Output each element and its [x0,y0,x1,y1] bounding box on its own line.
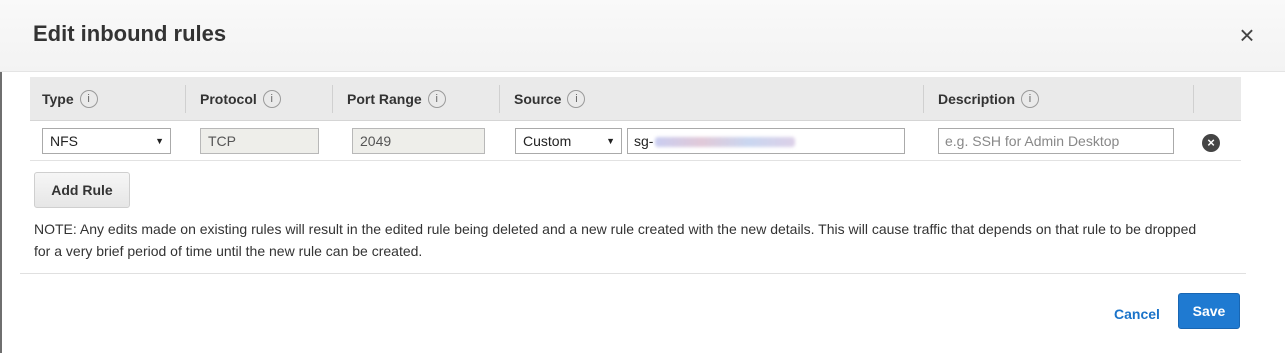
info-icon[interactable]: i [262,90,281,109]
save-button[interactable]: Save [1178,293,1240,329]
info-icon[interactable]: i [427,90,446,109]
column-divider [499,85,500,113]
header-description: Description i [938,77,1040,121]
close-icon[interactable]: × [1236,22,1258,48]
footer-divider [20,273,1246,274]
column-divider [1193,85,1194,113]
source-input[interactable]: sg- [627,128,905,154]
rule-row: NFS ▼ TCP 2049 Custom ▼ sg- × [30,121,1241,161]
header-source: Source i [514,77,586,121]
protocol-field: TCP [200,128,319,154]
header-protocol: Protocol i [200,77,281,121]
column-divider [185,85,186,113]
info-icon[interactable]: i [1021,90,1040,109]
type-select[interactable]: NFS ▼ [42,128,171,154]
modal-title: Edit inbound rules [33,21,227,46]
info-icon[interactable]: i [79,90,98,109]
redacted-value [655,137,796,148]
caret-down-icon: ▼ [155,136,164,146]
add-rule-button[interactable]: Add Rule [34,172,130,208]
source-select[interactable]: Custom ▼ [515,128,622,154]
info-icon[interactable]: i [567,90,586,109]
caret-down-icon: ▼ [606,136,615,146]
description-input[interactable] [938,128,1174,154]
column-divider [332,85,333,113]
note-text: NOTE: Any edits made on existing rules w… [34,221,1197,259]
rules-table-header: Type i Protocol i Port Range i Source i Desc… [30,77,1241,121]
modal-header: Edit inbound rules × [0,0,1285,72]
port-range-field: 2049 [352,128,485,154]
cancel-link[interactable]: Cancel [1114,306,1160,322]
column-divider [923,85,924,113]
edit-inbound-rules-modal: Edit inbound rules × Type i Protocol i Por… [0,0,1285,353]
window-edge [0,72,2,353]
header-type: Type i [42,77,98,121]
header-port-range: Port Range i [347,77,446,121]
remove-circle-icon[interactable]: × [1202,134,1220,152]
